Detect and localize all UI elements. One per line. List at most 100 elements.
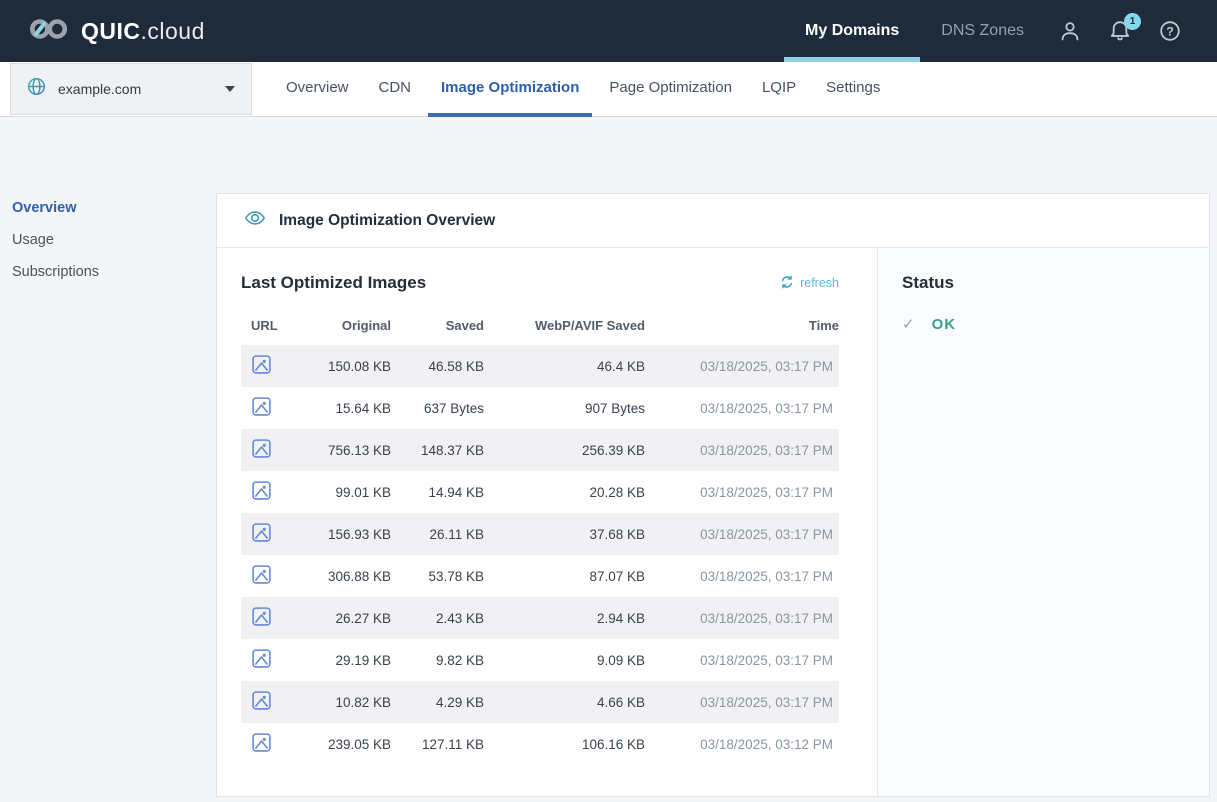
last-optimized-title: Last Optimized Images [241,273,426,293]
cell-webp-avif-saved: 256.39 KB [484,429,645,471]
image-thumbnail-icon[interactable] [251,438,272,459]
cell-original: 15.64 KB [301,387,391,429]
cell-webp-avif-saved: 87.07 KB [484,555,645,597]
image-thumbnail-icon[interactable] [251,606,272,627]
cell-saved: 4.29 KB [391,681,484,723]
cell-original: 99.01 KB [301,471,391,513]
table-row: 756.13 KB 148.37 KB 256.39 KB 03/18/2025… [241,429,839,471]
cell-webp-avif-saved: 106.16 KB [484,723,645,765]
table-row: 15.64 KB 637 Bytes 907 Bytes 03/18/2025,… [241,387,839,429]
sidebar-item-overview[interactable]: Overview [12,200,202,216]
sidebar-item-subscriptions[interactable]: Subscriptions [12,264,202,280]
image-thumbnail-icon[interactable] [251,522,272,543]
cell-original: 26.27 KB [301,597,391,639]
cell-saved: 148.37 KB [391,429,484,471]
cell-saved: 26.11 KB [391,513,484,555]
image-thumbnail-icon[interactable] [251,690,272,711]
tab-overview[interactable]: Overview [273,62,362,117]
notification-badge: 1 [1124,13,1141,30]
cell-webp-avif-saved: 907 Bytes [484,387,645,429]
image-thumbnail-icon[interactable] [251,396,272,417]
infinity-logo-icon [27,14,71,49]
help-icon: ? [1159,20,1181,42]
nav-my-domains[interactable]: My Domains [784,0,920,62]
eye-icon [244,207,266,234]
image-optimization-panel: Image Optimization Overview Last Optimiz… [216,193,1210,797]
cell-time: 03/18/2025, 03:17 PM [645,471,839,513]
cell-time: 03/18/2025, 03:17 PM [645,345,839,387]
table-row: 156.93 KB 26.11 KB 37.68 KB 03/18/2025, … [241,513,839,555]
status-section: Status ✓ OK [877,248,1209,796]
table-row: 29.19 KB 9.82 KB 9.09 KB 03/18/2025, 03:… [241,639,839,681]
help-button[interactable]: ? [1145,0,1195,62]
table-row: 26.27 KB 2.43 KB 2.94 KB 03/18/2025, 03:… [241,597,839,639]
tab-image-optimization[interactable]: Image Optimization [428,62,592,117]
image-thumbnail-icon[interactable] [251,648,272,669]
selected-domain: example.com [58,81,141,97]
cell-original: 10.82 KB [301,681,391,723]
cell-time: 03/18/2025, 03:17 PM [645,387,839,429]
domain-selector[interactable]: example.com [10,63,252,115]
image-thumbnail-icon[interactable] [251,732,272,753]
refresh-button[interactable]: refresh [780,275,839,292]
last-optimized-section: Last Optimized Images refresh [217,248,877,796]
cell-saved: 53.78 KB [391,555,484,597]
tab-settings[interactable]: Settings [813,62,893,117]
table-row: 239.05 KB 127.11 KB 106.16 KB 03/18/2025… [241,723,839,765]
svg-text:?: ? [1166,25,1174,39]
cell-webp-avif-saved: 9.09 KB [484,639,645,681]
cell-time: 03/18/2025, 03:17 PM [645,555,839,597]
cell-saved: 127.11 KB [391,723,484,765]
col-header-saved: Saved [391,310,484,345]
table-row: 99.01 KB 14.94 KB 20.28 KB 03/18/2025, 0… [241,471,839,513]
image-thumbnail-icon[interactable] [251,564,272,585]
panel-header: Image Optimization Overview [217,194,1209,248]
optimized-images-table: URL Original Saved WebP/AVIF Saved Time … [241,310,839,765]
refresh-label: refresh [800,276,839,290]
sidebar-item-usage[interactable]: Usage [12,232,202,248]
chevron-down-icon [225,86,235,92]
cell-time: 03/18/2025, 03:17 PM [645,681,839,723]
cell-original: 756.13 KB [301,429,391,471]
cell-saved: 9.82 KB [391,639,484,681]
cell-original: 29.19 KB [301,639,391,681]
cell-original: 156.93 KB [301,513,391,555]
refresh-icon [780,275,794,292]
section-sidebar: Overview Usage Subscriptions [12,200,202,296]
tab-lqip[interactable]: LQIP [749,62,809,117]
cell-time: 03/18/2025, 03:12 PM [645,723,839,765]
cell-time: 03/18/2025, 03:17 PM [645,513,839,555]
table-row: 10.82 KB 4.29 KB 4.66 KB 03/18/2025, 03:… [241,681,839,723]
table-header-row: URL Original Saved WebP/AVIF Saved Time [241,310,839,345]
quic-cloud-logo[interactable]: QUIC.cloud [0,0,205,62]
cell-saved: 637 Bytes [391,387,484,429]
user-icon [1059,20,1081,42]
cell-webp-avif-saved: 2.94 KB [484,597,645,639]
nav-dns-zones[interactable]: DNS Zones [920,0,1045,62]
domain-tabs: Overview CDN Image Optimization Page Opt… [271,62,895,117]
top-navbar: QUIC.cloud My Domains DNS Zones 1 [0,0,1217,62]
cell-webp-avif-saved: 46.4 KB [484,345,645,387]
cell-saved: 46.58 KB [391,345,484,387]
image-thumbnail-icon[interactable] [251,480,272,501]
cell-time: 03/18/2025, 03:17 PM [645,639,839,681]
cell-webp-avif-saved: 4.66 KB [484,681,645,723]
cell-time: 03/18/2025, 03:17 PM [645,597,839,639]
checkmark-icon: ✓ [902,315,915,333]
col-header-url: URL [241,310,301,345]
col-header-original: Original [301,310,391,345]
tab-page-optimization[interactable]: Page Optimization [596,62,745,117]
account-button[interactable] [1045,0,1095,62]
domain-toolbar: example.com Overview CDN Image Optimizat… [0,62,1217,117]
globe-icon [27,77,46,101]
optimized-images-table-body: 150.08 KB 46.58 KB 46.4 KB 03/18/2025, 0… [241,345,839,765]
image-thumbnail-icon[interactable] [251,354,272,375]
cell-time: 03/18/2025, 03:17 PM [645,429,839,471]
cell-original: 239.05 KB [301,723,391,765]
col-header-webp-avif-saved: WebP/AVIF Saved [484,310,645,345]
notifications-button[interactable]: 1 [1095,0,1145,62]
tab-cdn[interactable]: CDN [366,62,425,117]
cell-webp-avif-saved: 20.28 KB [484,471,645,513]
table-row: 150.08 KB 46.58 KB 46.4 KB 03/18/2025, 0… [241,345,839,387]
col-header-time: Time [645,310,839,345]
